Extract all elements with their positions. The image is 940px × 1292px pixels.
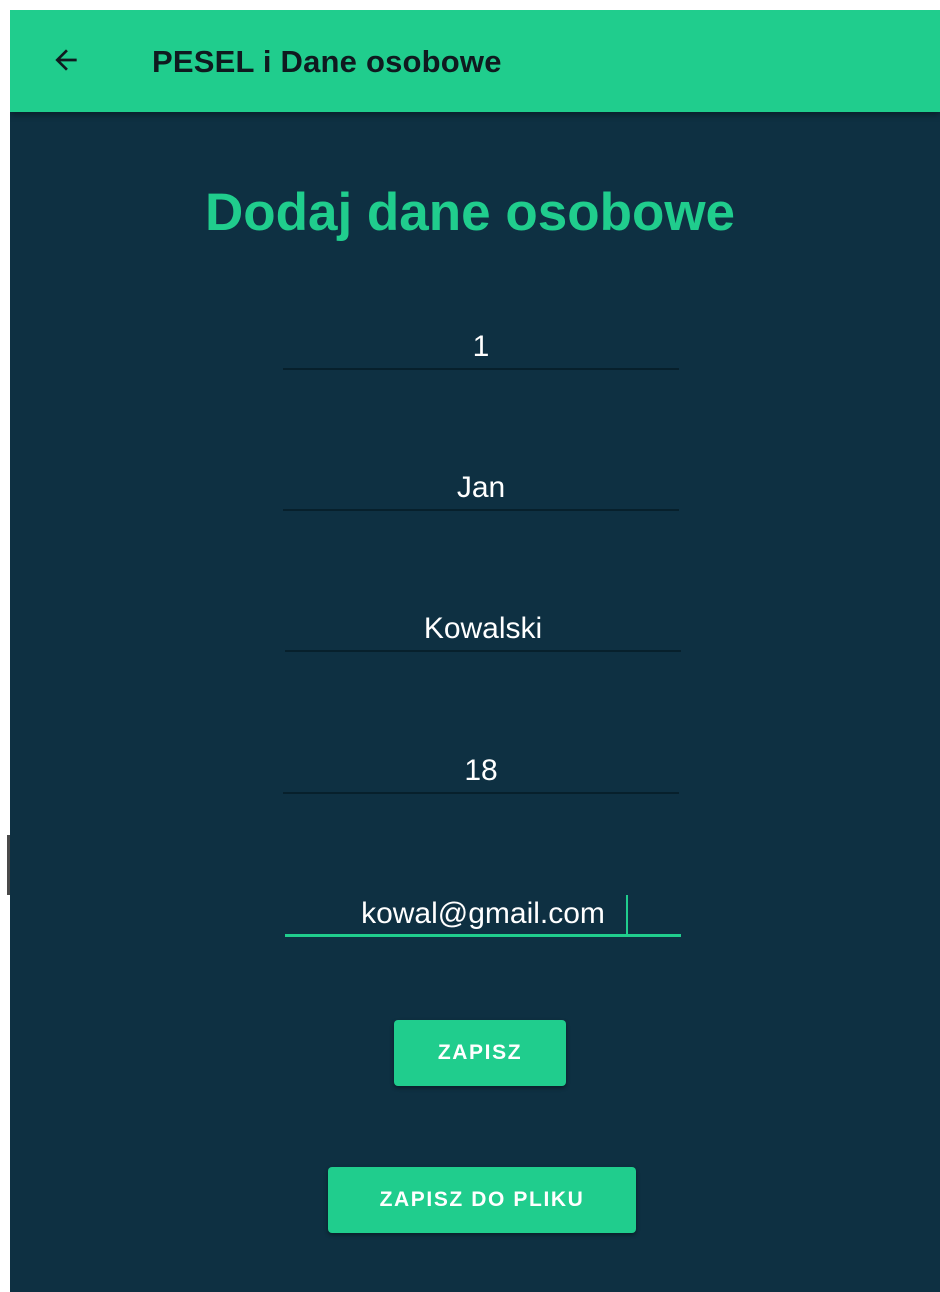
pesel-field-container bbox=[283, 326, 679, 372]
save-to-file-button[interactable]: ZAPISZ DO PLIKU bbox=[328, 1167, 636, 1233]
arrow-left-icon bbox=[55, 49, 77, 71]
app-screen: PESEL i Dane osobowe Dodaj dane osobowe … bbox=[10, 10, 940, 1292]
age-field[interactable] bbox=[283, 750, 679, 794]
age-field-container bbox=[283, 750, 679, 796]
app-bar-title: PESEL i Dane osobowe bbox=[152, 44, 502, 79]
email-field-container bbox=[285, 893, 681, 939]
pesel-field[interactable] bbox=[283, 326, 679, 370]
text-caret bbox=[626, 895, 628, 935]
page-heading: Dodaj dane osobowe bbox=[204, 183, 736, 242]
back-button[interactable] bbox=[46, 40, 86, 80]
first-name-field-container bbox=[283, 467, 679, 513]
app-bar: PESEL i Dane osobowe bbox=[10, 10, 940, 112]
last-name-field-container bbox=[285, 608, 681, 654]
last-name-field[interactable] bbox=[285, 608, 681, 652]
first-name-field[interactable] bbox=[283, 467, 679, 511]
save-button[interactable]: ZAPISZ bbox=[394, 1020, 566, 1086]
email-field[interactable] bbox=[285, 893, 681, 937]
